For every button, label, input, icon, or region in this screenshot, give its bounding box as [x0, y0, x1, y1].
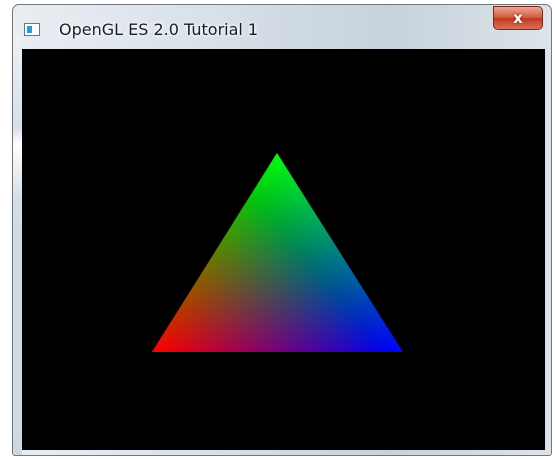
close-icon: x — [513, 8, 523, 27]
window-frame-left — [13, 35, 22, 455]
opengl-viewport[interactable] — [22, 49, 545, 450]
title-bar[interactable]: OpenGL ES 2.0 Tutorial 1 x — [13, 5, 551, 49]
close-button[interactable]: x — [493, 6, 543, 30]
window-title: OpenGL ES 2.0 Tutorial 1 — [59, 20, 259, 39]
app-window: OpenGL ES 2.0 Tutorial 1 x — [12, 4, 552, 456]
render-surface — [152, 153, 403, 352]
triangle-blue-layer — [152, 153, 403, 352]
application-window-icon[interactable] — [24, 23, 40, 36]
